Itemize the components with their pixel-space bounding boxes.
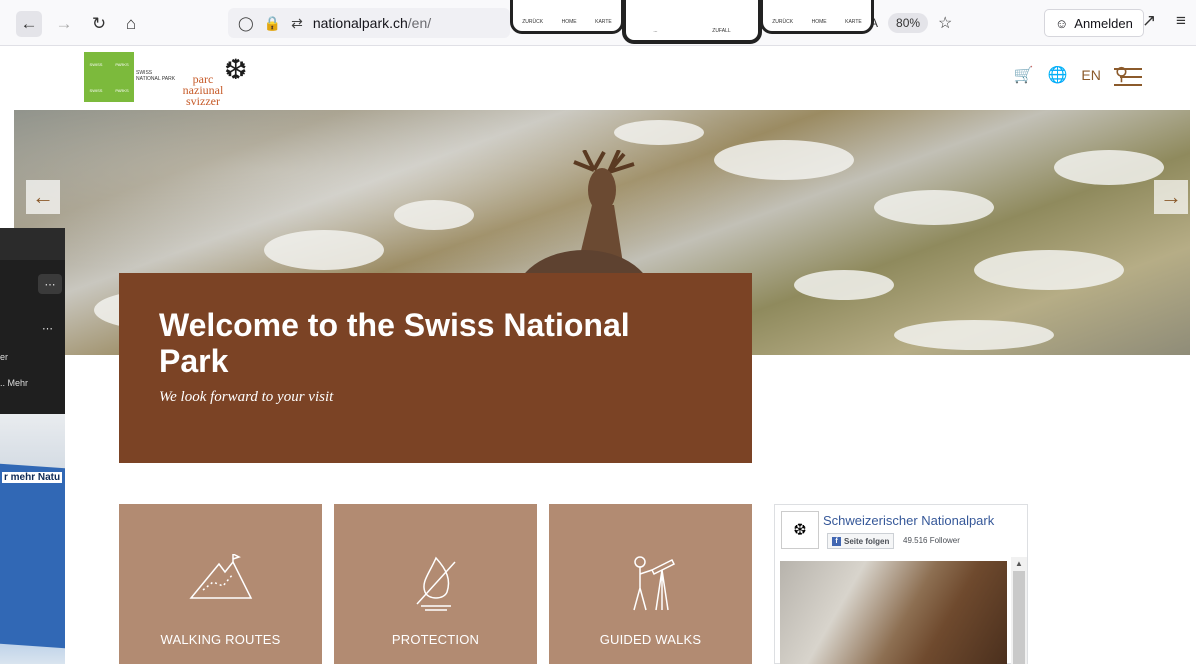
home-icon[interactable]: ⌂ [118,11,144,37]
share-icon[interactable]: ↗ [1142,11,1156,31]
zoom-level[interactable]: 80% [888,13,929,33]
carousel-prev-arrow-icon[interactable]: ← [26,180,60,214]
page-subtitle: We look forward to your visit [159,389,334,405]
facebook-page-widget: ❆ Schweizerischer Nationalpark f Seite f… [774,504,1028,664]
background-window-bar [0,228,65,260]
phone-nav-label: KARTE [845,19,862,25]
signin-button[interactable]: ☺ Anmelden [1044,9,1144,37]
header-icons: 🛒 🌐 EN ⚲ [1014,64,1128,85]
back-arrow-icon[interactable]: ← [16,11,42,37]
facebook-page-name[interactable]: Schweizerischer Nationalpark [823,513,994,528]
page-avatar[interactable]: ❆ [781,511,819,549]
parc-naziunal-logo[interactable]: ❆ parc naziunal svizzer [176,56,256,108]
swiss-parks-logo[interactable]: SWISS PARKS SWISS PARKS [84,52,134,102]
page-title: Welcome to the Swiss National Park [159,307,630,379]
scrollbar-thumb[interactable] [1013,571,1025,664]
facebook-post-image[interactable] [780,561,1007,664]
see-more-link[interactable]: .. Mehr [0,378,28,388]
reload-icon[interactable]: ↻ [86,11,112,37]
follow-page-button[interactable]: f Seite folgen [827,533,895,549]
permissions-icon: ⇄ [291,14,303,31]
url-actions: A 80% ☆ [870,8,980,38]
phone-nav-label: KARTE [595,19,612,25]
url-path: /en/ [407,15,432,31]
cart-icon[interactable]: 🛒 [1014,65,1034,85]
phone-nav-label: ZURÜCK [772,19,794,25]
tile-label: GUIDED WALKS [599,632,702,647]
facebook-icon: f [832,536,841,546]
hiker-telescope-icon [549,554,752,612]
url-bar[interactable]: ◯ 🔒 ⇄ nationalpark.ch/en/ [228,8,510,38]
site-header: SWISS PARKS SWISS PARKS SWISS NATIONAL PARK… [14,46,1190,110]
signin-label: Anmelden [1074,15,1133,31]
mountain-route-icon [119,554,322,604]
tile-walking-routes[interactable]: WALKING ROUTES [119,504,322,664]
url-host: nationalpark.ch [312,15,408,31]
banner-text: r mehr Natu [2,472,63,483]
scroll-up-icon[interactable]: ▲ [1015,559,1023,568]
phone-nav-label: HOME [561,19,577,25]
logo-national-park-text: SWISS NATIONAL PARK [136,70,176,82]
phone-nav-label: ZUFALL [712,28,731,34]
follower-count: 49.516 Follower [903,536,960,545]
lock-icon: 🔒 [263,14,282,31]
no-fire-icon [334,554,537,614]
welcome-banner: Welcome to the Swiss National Park We lo… [119,273,752,463]
phone-nav-label: ... [653,28,658,34]
follow-label: Seite folgen [844,536,890,546]
carousel-next-arrow-icon[interactable]: → [1154,180,1188,214]
facebook-scrollbar[interactable]: ▲ [1011,557,1027,664]
more-options-icon[interactable]: ⋯ [42,322,53,335]
star-icon[interactable]: ☆ [938,13,952,33]
phone-mockup-right: ZURÜCK HOME KARTE [760,0,874,34]
background-banner [0,463,65,649]
background-image: r mehr Natu [0,414,65,664]
globe-icon[interactable]: 🌐 [1047,65,1067,85]
phone-mockups: ZURÜCK HOME KARTE ... ZUFALL ZURÜCK HOME… [510,0,874,44]
tile-label: PROTECTION [391,632,480,647]
phone-nav-label: ZURÜCK [522,19,544,25]
account-icon: ☺ [1055,15,1069,31]
logo-parc-line: svizzer [186,94,220,108]
tile-protection[interactable]: PROTECTION [334,504,537,664]
background-text: er [0,352,9,362]
phone-nav-label: HOME [811,19,827,25]
tile-guided-walks[interactable]: GUIDED WALKS [549,504,752,664]
menu-icon[interactable]: ≡ [1176,11,1186,31]
language-switch[interactable]: EN [1081,67,1100,83]
forward-arrow-icon[interactable]: → [51,11,77,37]
more-options-icon[interactable]: ⋯ [38,274,62,294]
background-window: ⋯ ⋯ er .. Mehr [0,228,65,414]
tile-label: WALKING ROUTES [160,632,281,647]
hamburger-menu-icon[interactable] [1114,68,1142,92]
phone-mockup-center: ... ZUFALL [622,0,762,44]
shield-icon: ◯ [238,14,254,31]
phone-mockup-left: ZURÜCK HOME KARTE [510,0,624,34]
